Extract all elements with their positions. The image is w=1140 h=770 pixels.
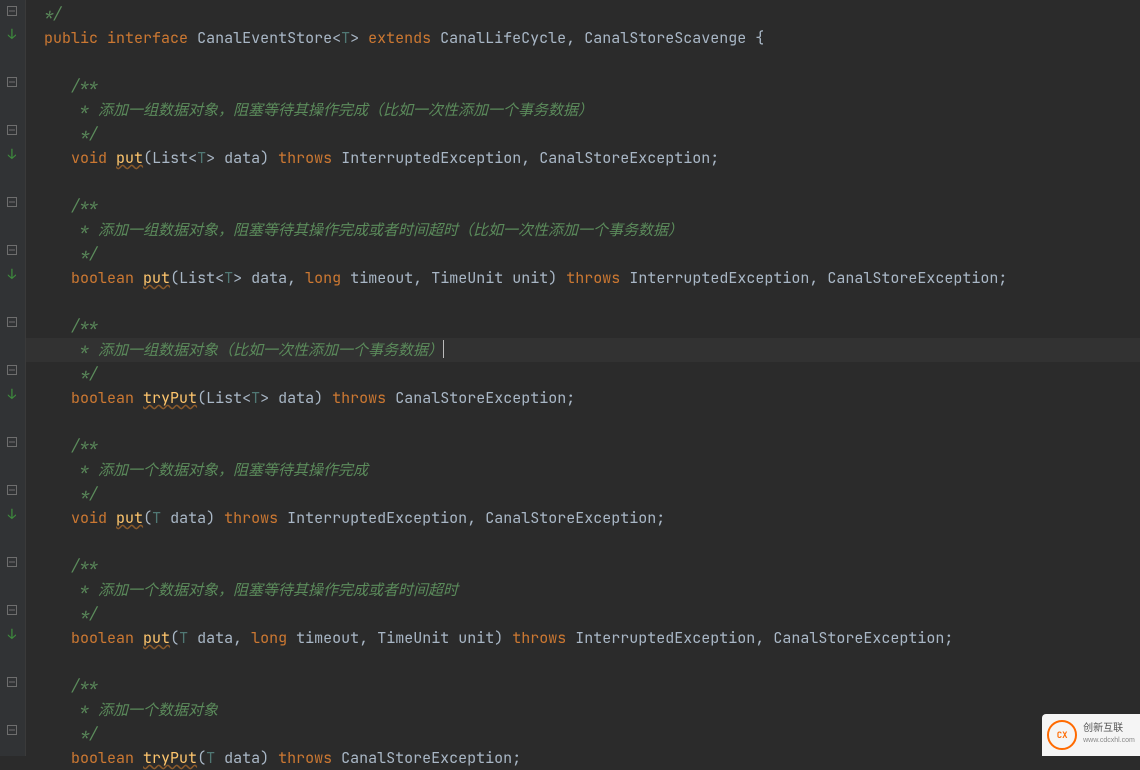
code-line[interactable] (26, 650, 1140, 674)
code-line[interactable] (26, 170, 1140, 194)
code-line-current[interactable]: * 添加一组数据对象（比如一次性添加一个事务数据） (26, 338, 1140, 362)
code-line[interactable] (26, 410, 1140, 434)
editor-gutter: ↓ ↓ ↓ ↓ ↓ ↓ (0, 0, 26, 756)
fold-close-icon[interactable] (5, 724, 19, 738)
logo-text: 创新互联 www.cdcxhl.com (1083, 723, 1135, 747)
code-line[interactable] (26, 530, 1140, 554)
override-down-icon[interactable]: ↓ (5, 28, 19, 42)
code-line[interactable]: */ (26, 2, 1140, 26)
fold-close-icon[interactable] (5, 364, 19, 378)
code-line[interactable]: boolean tryPut(List<T> data) throws Cana… (26, 386, 1140, 410)
code-line[interactable]: */ (26, 122, 1140, 146)
fold-open-icon[interactable] (5, 436, 19, 450)
code-line[interactable]: /** (26, 674, 1140, 698)
fold-close-icon[interactable] (5, 604, 19, 618)
fold-close-icon[interactable] (5, 244, 19, 258)
code-line[interactable]: /** (26, 194, 1140, 218)
fold-open-icon[interactable] (5, 196, 19, 210)
override-down-icon[interactable]: ↓ (5, 388, 19, 402)
code-line[interactable]: boolean put(List<T> data, long timeout, … (26, 266, 1140, 290)
code-line[interactable]: void put(T data) throws InterruptedExcep… (26, 506, 1140, 530)
fold-close-icon[interactable] (5, 484, 19, 498)
fold-open-icon[interactable] (5, 316, 19, 330)
code-line[interactable]: */ (26, 482, 1140, 506)
watermark-logo: CX 创新互联 www.cdcxhl.com (1042, 714, 1140, 756)
code-line[interactable]: public interface CanalEventStore<T> exte… (26, 26, 1140, 50)
override-down-icon[interactable]: ↓ (5, 508, 19, 522)
code-line[interactable]: */ (26, 242, 1140, 266)
code-line[interactable]: */ (26, 722, 1140, 746)
code-line[interactable]: /** (26, 434, 1140, 458)
code-line[interactable] (26, 50, 1140, 74)
fold-open-icon[interactable] (5, 76, 19, 90)
code-line[interactable]: * 添加一个数据对象 (26, 698, 1140, 722)
fold-close-icon[interactable] (5, 5, 19, 19)
text-cursor (443, 340, 444, 358)
code-line[interactable]: /** (26, 74, 1140, 98)
fold-open-icon[interactable] (5, 556, 19, 570)
code-line[interactable]: * 添加一组数据对象，阻塞等待其操作完成或者时间超时（比如一次性添加一个事务数据… (26, 218, 1140, 242)
code-line[interactable]: boolean tryPut(T data) throws CanalStore… (26, 746, 1140, 770)
code-line[interactable]: * 添加一个数据对象，阻塞等待其操作完成 (26, 458, 1140, 482)
code-line[interactable]: * 添加一个数据对象，阻塞等待其操作完成或者时间超时 (26, 578, 1140, 602)
code-line[interactable]: void put(List<T> data) throws Interrupte… (26, 146, 1140, 170)
fold-close-icon[interactable] (5, 124, 19, 138)
code-line[interactable]: */ (26, 602, 1140, 626)
code-editor[interactable]: */ public interface CanalEventStore<T> e… (26, 0, 1140, 770)
logo-icon: CX (1047, 720, 1077, 750)
code-line[interactable]: /** (26, 554, 1140, 578)
code-line[interactable]: /** (26, 314, 1140, 338)
code-line[interactable] (26, 290, 1140, 314)
comment: */ (26, 4, 62, 24)
code-line[interactable]: boolean put(T data, long timeout, TimeUn… (26, 626, 1140, 650)
code-line[interactable]: * 添加一组数据对象，阻塞等待其操作完成（比如一次性添加一个事务数据） (26, 98, 1140, 122)
override-down-icon[interactable]: ↓ (5, 268, 19, 282)
fold-open-icon[interactable] (5, 676, 19, 690)
code-line[interactable]: */ (26, 362, 1140, 386)
override-down-icon[interactable]: ↓ (5, 628, 19, 642)
override-down-icon[interactable]: ↓ (5, 148, 19, 162)
